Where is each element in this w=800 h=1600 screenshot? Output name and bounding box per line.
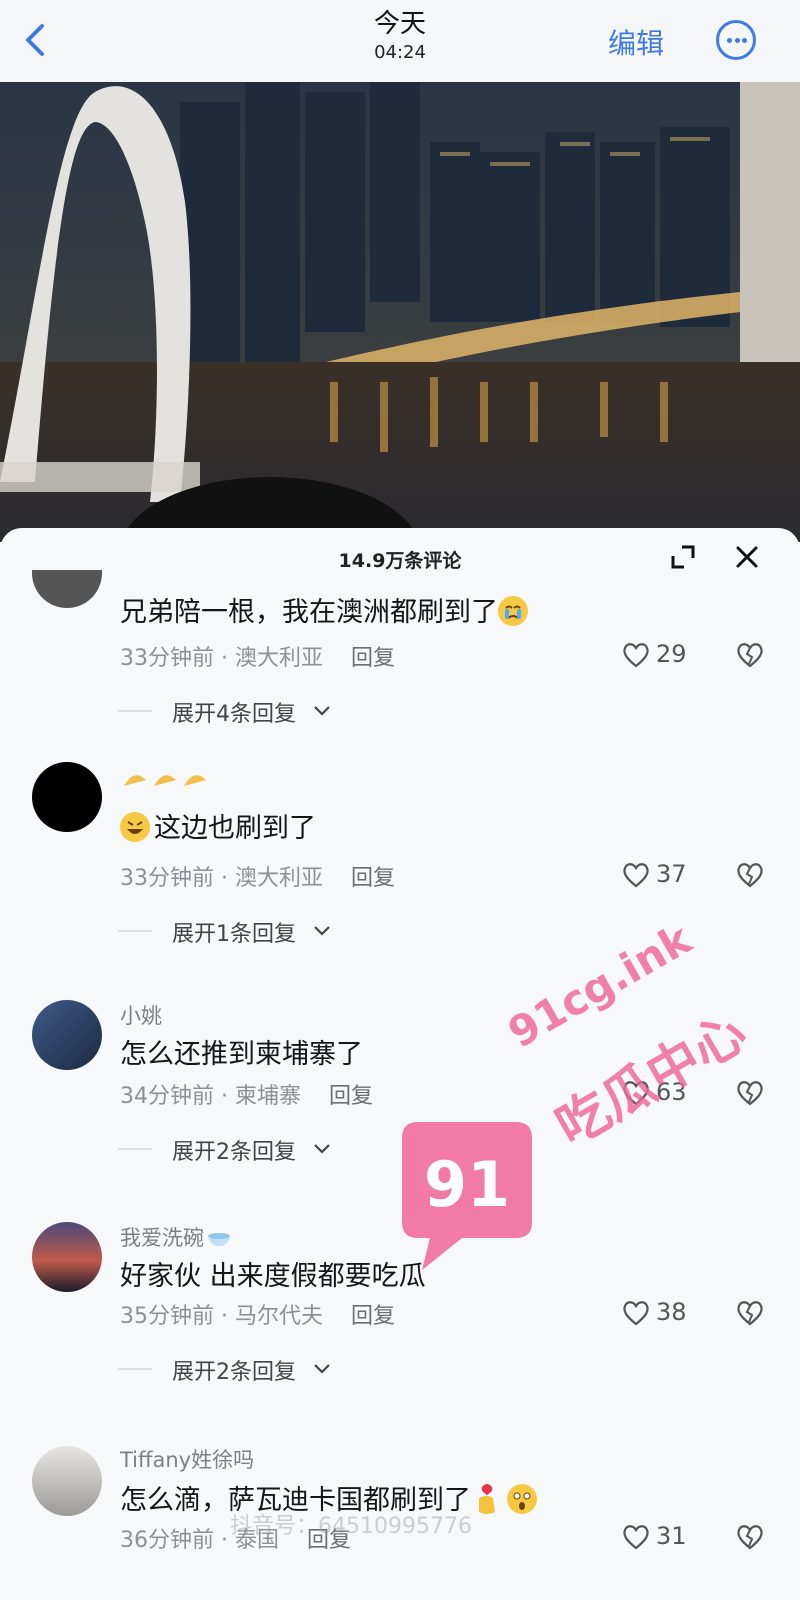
page-title: 今天 [373, 9, 426, 39]
comment-username[interactable]: Tiffany姓徐吗 [120, 1444, 254, 1474]
sparkle-username-icon [120, 766, 210, 796]
heart-icon [623, 643, 649, 668]
chevron-down-icon [314, 1364, 330, 1374]
title-block: 今天 04:24 [300, 8, 500, 66]
close-icon[interactable] [734, 544, 760, 570]
broken-heart-icon[interactable] [736, 1524, 764, 1552]
comment-text: 这边也刷到了 [120, 806, 316, 845]
reply-button[interactable]: 回复 [351, 1304, 395, 1329]
broken-heart-icon[interactable] [736, 1300, 764, 1328]
astonished-face-icon [507, 1484, 537, 1514]
heart-icon [623, 863, 649, 888]
city-night-photo [0, 82, 800, 542]
chevron-down-icon [314, 926, 330, 936]
rolling-laughing-face-icon [120, 812, 150, 842]
comment-text: 怎么还推到柬埔寨了 [120, 1039, 363, 1070]
comment-text: 好家伙 出来度假都要吃瓜 [120, 1261, 426, 1292]
avatar[interactable] [32, 1222, 102, 1292]
like-count: 38 [656, 1298, 687, 1326]
comment-meta: 34分钟前 · 柬埔寨 回复 [120, 1084, 374, 1109]
broken-heart-icon[interactable] [736, 862, 764, 890]
comment-time: 33分钟前 [120, 646, 214, 671]
broken-heart-icon[interactable] [736, 1080, 764, 1108]
comment-username[interactable]: 小姚 [120, 1000, 162, 1030]
broken-heart-icon[interactable] [736, 642, 764, 670]
reply-button[interactable]: 回复 [351, 646, 395, 671]
comment-meta: 35分钟前 · 马尔代夫 回复 [120, 1304, 396, 1329]
reply-button[interactable]: 回复 [351, 866, 395, 891]
comment-meta: 33分钟前 · 澳大利亚 回复 [120, 646, 396, 671]
crying-face-icon [498, 596, 528, 626]
comment-sheet-header: 14.9万条评论 [0, 528, 800, 586]
heart-icon [623, 1301, 649, 1326]
comment-meta: 33分钟前 · 澳大利亚 回复 [120, 866, 396, 891]
comment-username[interactable]: 我爱洗碗 [120, 1222, 232, 1252]
finger-heart-icon [479, 1484, 495, 1514]
avatar[interactable] [32, 762, 102, 832]
timestamp: 04:24 [374, 42, 426, 63]
back-chevron-icon[interactable] [18, 20, 52, 60]
chevron-down-icon [314, 1144, 330, 1154]
reply-button[interactable]: 回复 [329, 1084, 373, 1109]
watermark-badge-text: 91 [424, 1148, 510, 1221]
top-nav-bar: 今天 04:24 编辑 [0, 0, 800, 82]
more-options-icon[interactable] [716, 20, 756, 60]
avatar[interactable] [32, 1000, 102, 1070]
bowl-icon [208, 1233, 230, 1246]
douyin-id-watermark: 抖音号：64510995776 [230, 1514, 472, 1539]
like-count: 37 [656, 860, 687, 888]
heart-icon [623, 1525, 649, 1550]
chevron-down-icon [314, 706, 330, 716]
watermark-badge: 91 [392, 1118, 542, 1278]
like-count: 29 [656, 640, 687, 668]
fullscreen-icon[interactable] [670, 544, 696, 570]
avatar[interactable] [32, 1446, 102, 1516]
comment-text: 兄弟陪一根，我在澳洲都刷到了 [120, 590, 528, 629]
like-count: 31 [656, 1522, 687, 1550]
comment-location: 澳大利亚 [234, 646, 323, 671]
edit-button[interactable]: 编辑 [608, 22, 664, 62]
